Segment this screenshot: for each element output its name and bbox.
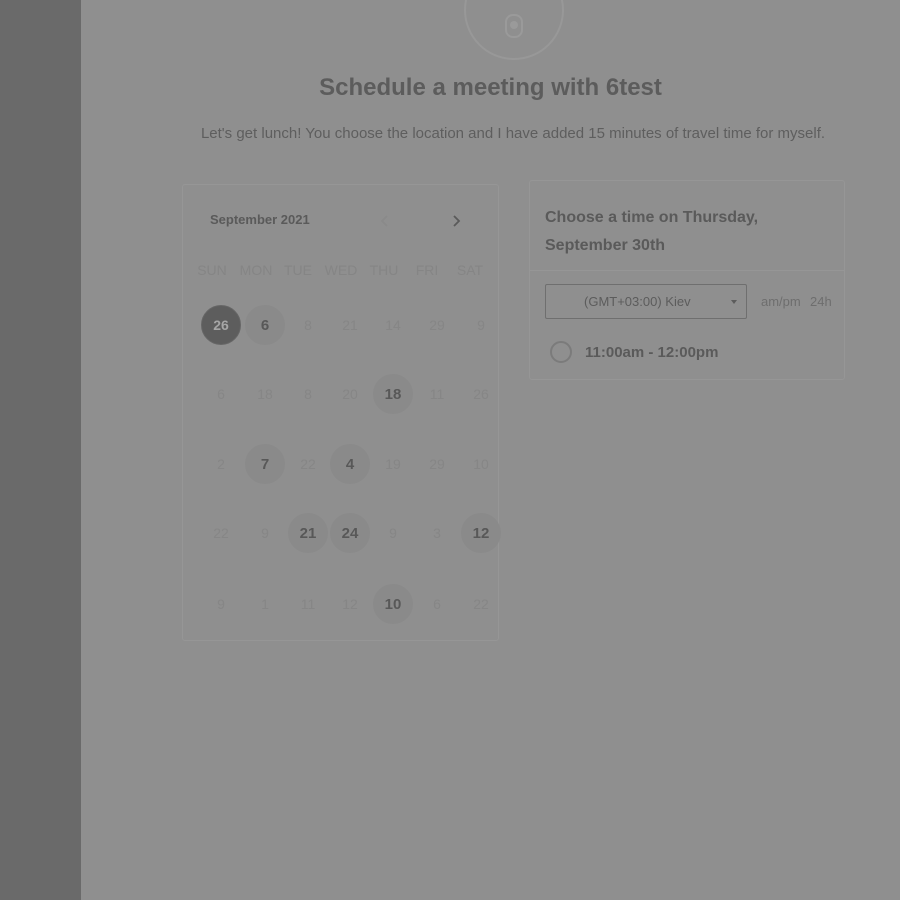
- calendar-day-selected[interactable]: 26: [201, 305, 241, 345]
- time-slot-label[interactable]: 11:00am - 12:00pm: [585, 344, 718, 361]
- calendar-day-disabled: 18: [257, 386, 273, 402]
- time-panel-header: Choose a time on Thursday, September 30t…: [530, 181, 844, 271]
- time-panel-heading: Choose a time on Thursday, September 30t…: [545, 209, 759, 254]
- calendar-day-disabled: 9: [217, 596, 225, 612]
- calendar-day-disabled: 22: [213, 525, 229, 541]
- calendar-day-available[interactable]: 7: [245, 444, 285, 484]
- calendar-day-disabled: 9: [261, 525, 269, 541]
- calendar-day-available[interactable]: 10: [373, 584, 413, 624]
- calendar-day-disabled: 11: [300, 596, 316, 612]
- calendar-day-available[interactable]: 4: [330, 444, 370, 484]
- time-format-24h-toggle[interactable]: 24h: [810, 294, 832, 309]
- calendar-day-disabled: 20: [342, 386, 358, 402]
- calendar-day-disabled: 9: [389, 525, 397, 541]
- time-slot-radio[interactable]: [550, 341, 572, 363]
- calendar-day-disabled: 29: [429, 456, 445, 472]
- calendar-day-disabled: 26: [473, 386, 489, 402]
- calendar-day-disabled: 3: [433, 525, 441, 541]
- calendar-day-disabled: 11: [429, 386, 445, 402]
- date-picker-calendar: September 2021 SUN MON TUE WED THU FRI S…: [182, 184, 501, 642]
- calendar-day-disabled: 6: [217, 386, 225, 402]
- calendar-day-disabled: 10: [473, 456, 489, 472]
- calendar-day-disabled: 8: [304, 317, 312, 333]
- calendar-day-disabled: 9: [477, 317, 485, 333]
- calendar-day-disabled: 2: [217, 456, 225, 472]
- calendar-day-disabled: 12: [342, 596, 358, 612]
- calendar-day-disabled: 29: [429, 317, 445, 333]
- time-slot-panel: Choose a time on Thursday, September 30t…: [529, 180, 845, 380]
- calendar-day-disabled: 6: [433, 596, 441, 612]
- calendar-day-available[interactable]: 12: [461, 513, 501, 553]
- calendar-day-disabled: 8: [304, 386, 312, 402]
- calendar-day-disabled: 19: [385, 456, 401, 472]
- calendar-day-disabled: 14: [385, 317, 401, 333]
- user-avatar-icon: [505, 14, 523, 38]
- calendar-day-disabled: 1: [261, 596, 269, 612]
- calendar-day-available[interactable]: 18: [373, 374, 413, 414]
- calendar-day-disabled: 22: [300, 456, 316, 472]
- calendar-day-available[interactable]: 6: [245, 305, 285, 345]
- timezone-value: (GMT+03:00) Kiev: [584, 294, 691, 309]
- caret-down-icon: [731, 300, 737, 304]
- calendar-day-available[interactable]: 21: [288, 513, 328, 553]
- calendar-day-disabled: 22: [473, 596, 489, 612]
- calendar-day-disabled: 21: [342, 317, 358, 333]
- calendar-day-available[interactable]: 24: [330, 513, 370, 553]
- page-subtitle: Let's get lunch! You choose the location…: [200, 125, 826, 142]
- timezone-select[interactable]: (GMT+03:00) Kiev: [545, 284, 747, 319]
- calendar-day-grid: 26 6 8 21 14 29 9 6 18 8 20 18 11 26 2 7 22 4 19 29 10 22 9 21 2…: [183, 185, 501, 642]
- page-title: Schedule a meeting with 6test: [319, 74, 662, 101]
- time-format-ampm-toggle[interactable]: am/pm: [761, 294, 801, 309]
